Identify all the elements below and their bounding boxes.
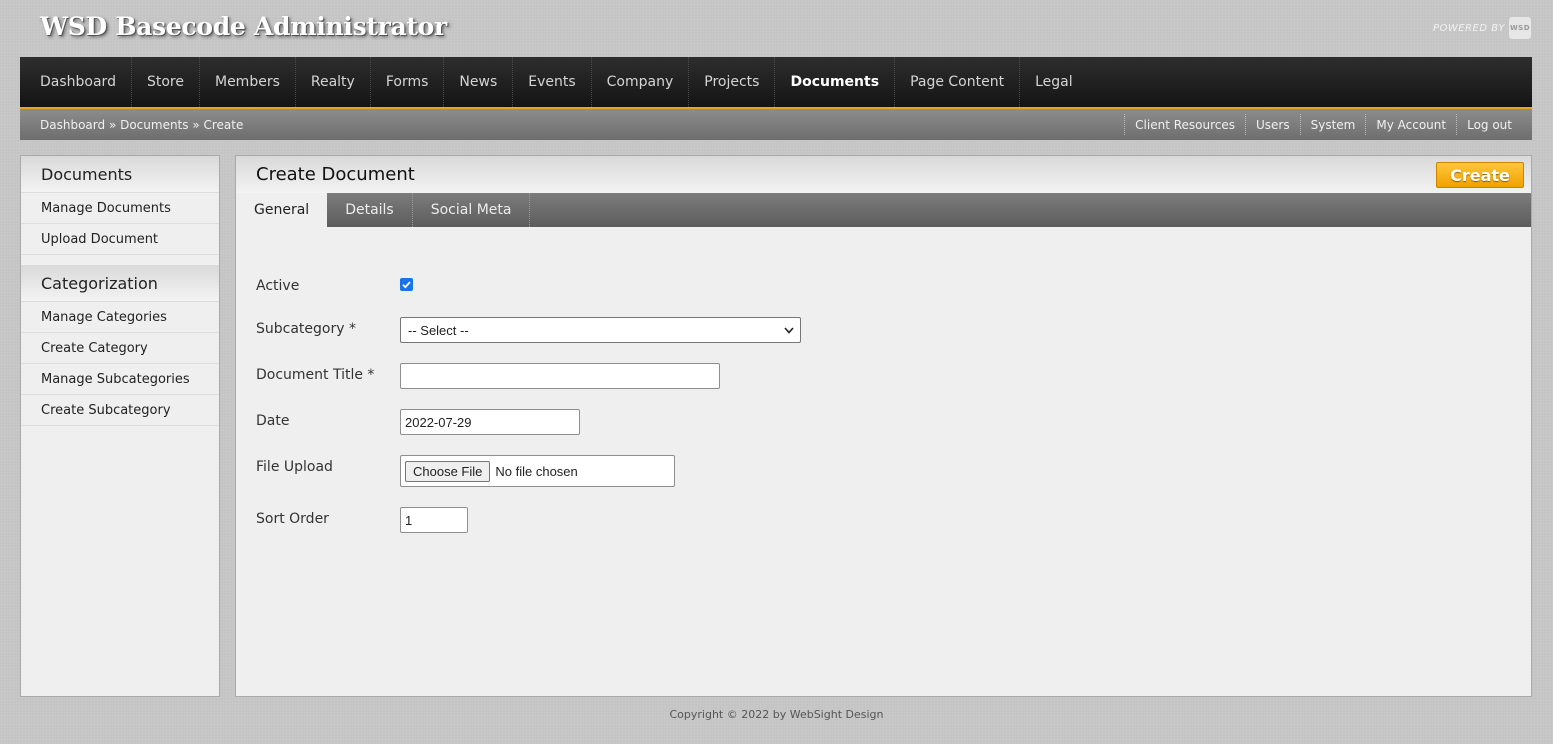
document-title-input[interactable]: [400, 363, 720, 389]
sort-order-label: Sort Order: [256, 510, 329, 527]
footer-copyright: Copyright © 2022 by WebSight Design: [669, 708, 884, 721]
tab-bar: General Details Social Meta: [236, 193, 1531, 227]
utility-links: Client Resources Users System My Account…: [1124, 109, 1512, 140]
sub-bar: Dashboard » Documents » Create Client Re…: [20, 109, 1532, 140]
nav-documents[interactable]: Documents: [774, 57, 894, 107]
subcategory-selected-value: -- Select --: [408, 322, 469, 338]
log-out-link[interactable]: Log out: [1456, 114, 1512, 135]
breadcrumb-documents[interactable]: Documents: [120, 118, 188, 132]
system-link[interactable]: System: [1299, 114, 1366, 135]
nav-dashboard[interactable]: Dashboard: [20, 57, 131, 107]
client-resources-link[interactable]: Client Resources: [1124, 114, 1245, 135]
breadcrumb-create[interactable]: Create: [204, 118, 244, 132]
breadcrumb-separator: »: [192, 117, 204, 132]
powered-by-label: POWERED BY: [1432, 22, 1505, 34]
nav-page-content[interactable]: Page Content: [894, 57, 1019, 107]
sidebar-item-create-subcategory[interactable]: Create Subcategory: [21, 395, 219, 426]
active-checkbox[interactable]: [400, 278, 413, 291]
sidebar-item-manage-categories[interactable]: Manage Categories: [21, 302, 219, 333]
chevron-down-icon: [784, 326, 794, 334]
sidebar-item-upload-document[interactable]: Upload Document: [21, 224, 219, 255]
nav-legal[interactable]: Legal: [1019, 57, 1088, 107]
subcategory-label: Subcategory *: [256, 320, 356, 337]
nav-store[interactable]: Store: [130, 57, 199, 107]
nav-news[interactable]: News: [443, 57, 512, 107]
nav-forms[interactable]: Forms: [369, 57, 444, 107]
sort-order-input[interactable]: 1: [400, 507, 468, 533]
document-title-label: Document Title *: [256, 366, 375, 383]
nav-projects[interactable]: Projects: [688, 57, 774, 107]
breadcrumb-dashboard[interactable]: Dashboard: [40, 118, 105, 132]
file-upload-row: File Upload Choose File No file chosen: [256, 455, 675, 487]
date-label: Date: [256, 412, 290, 429]
tab-social-meta[interactable]: Social Meta: [413, 193, 531, 227]
wsd-logo-icon: WSD: [1509, 17, 1531, 39]
sidebar-item-create-category[interactable]: Create Category: [21, 333, 219, 364]
create-button[interactable]: Create: [1436, 162, 1524, 188]
file-upload-input[interactable]: Choose File No file chosen: [400, 455, 675, 487]
file-status-text: No file chosen: [495, 463, 578, 479]
sidebar: Documents Manage Documents Upload Docume…: [20, 155, 220, 697]
sidebar-heading-categorization: Categorization: [21, 265, 219, 302]
app-title: WSD Basecode Administrator: [40, 12, 447, 41]
sort-order-row: Sort Order 1: [256, 507, 468, 533]
nav-company[interactable]: Company: [590, 57, 689, 107]
main-nav: Dashboard Store Members Realty Forms New…: [20, 57, 1532, 109]
tab-general[interactable]: General: [236, 193, 328, 227]
choose-file-button[interactable]: Choose File: [405, 460, 491, 482]
active-label: Active: [256, 278, 300, 294]
document-title-row: Document Title *: [256, 363, 720, 389]
sidebar-heading-documents: Documents: [21, 156, 219, 193]
nav-events[interactable]: Events: [512, 57, 590, 107]
tab-details[interactable]: Details: [327, 193, 413, 227]
sidebar-item-manage-subcategories[interactable]: Manage Subcategories: [21, 364, 219, 395]
users-link[interactable]: Users: [1245, 114, 1300, 135]
subcategory-row: Subcategory * -- Select --: [256, 317, 801, 343]
check-icon: [402, 281, 411, 289]
date-row: Date 2022-07-29: [256, 409, 580, 435]
file-upload-label: File Upload: [256, 459, 333, 475]
active-row: Active: [256, 278, 413, 294]
nav-realty[interactable]: Realty: [294, 57, 370, 107]
sidebar-item-manage-documents[interactable]: Manage Documents: [21, 193, 219, 224]
breadcrumb-separator: »: [108, 117, 121, 132]
date-input[interactable]: 2022-07-29: [400, 409, 580, 435]
my-account-link[interactable]: My Account: [1365, 114, 1456, 135]
nav-members[interactable]: Members: [198, 57, 295, 107]
subcategory-select[interactable]: -- Select --: [400, 317, 801, 343]
breadcrumb: Dashboard » Documents » Create: [40, 118, 243, 132]
powered-by[interactable]: POWERED BY WSD: [1433, 17, 1531, 39]
page-title: Create Document: [236, 156, 1531, 193]
main-panel: Create Document Create General Details S…: [235, 155, 1532, 697]
